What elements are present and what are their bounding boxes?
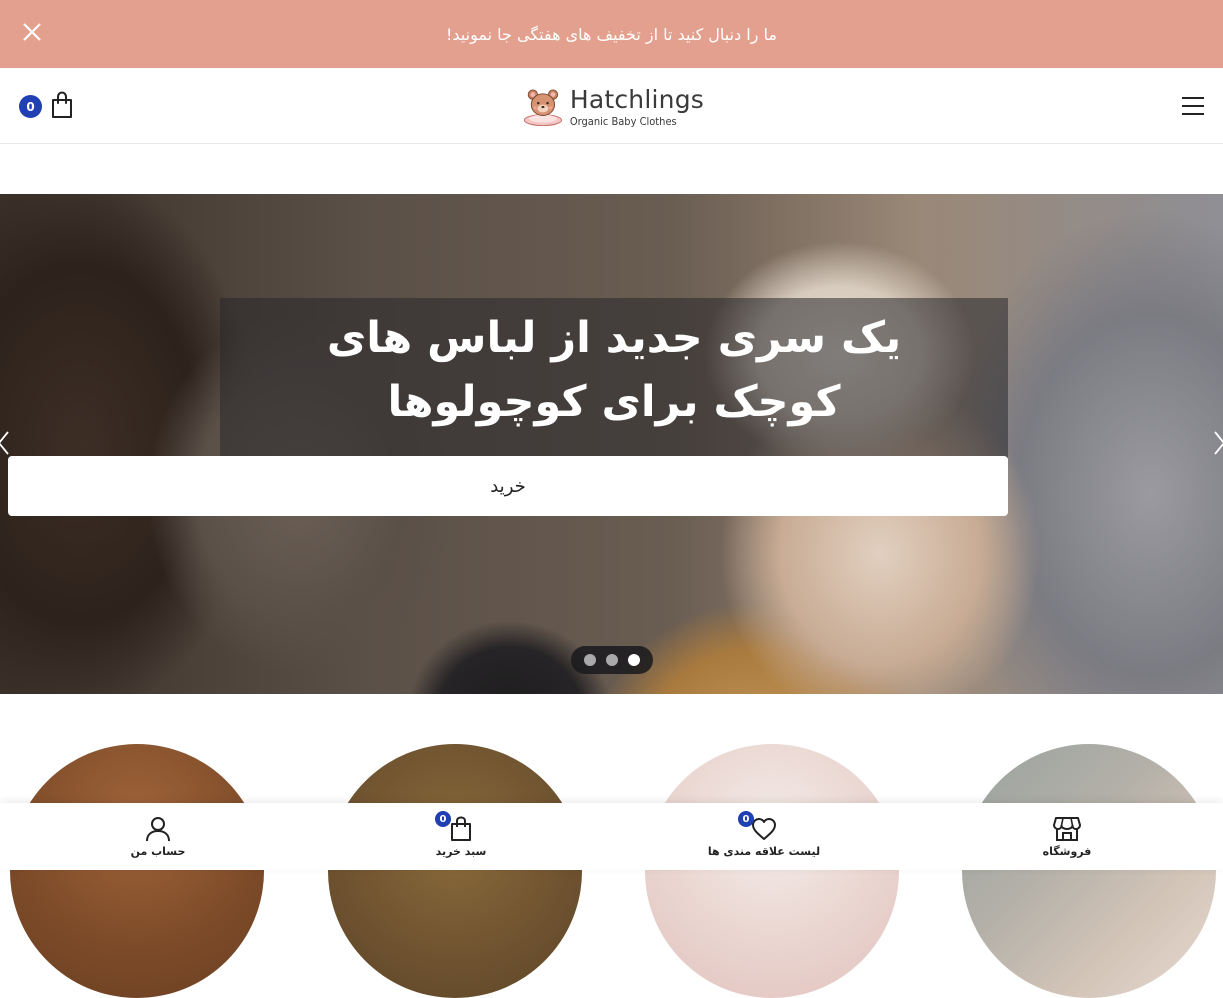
- nav-cart-count-badge: 0: [435, 811, 451, 827]
- site-logo[interactable]: Hatchlings Organic Baby Clothes: [522, 80, 704, 134]
- nav-shop[interactable]: فروشگاه: [967, 803, 1167, 870]
- heart-icon: [752, 818, 776, 840]
- logo-text: Hatchlings Organic Baby Clothes: [570, 87, 704, 127]
- nav-shop-label: فروشگاه: [1042, 845, 1092, 858]
- nav-cart-label: سبد خرید: [435, 845, 487, 858]
- promo-text: ما را دنبال کنید تا از تخفیف های هفتگی ج…: [445, 24, 777, 44]
- user-icon: [146, 817, 170, 842]
- chevron-left-icon[interactable]: [0, 430, 10, 456]
- category-image[interactable]: [645, 744, 899, 998]
- chevron-right-icon[interactable]: [1213, 430, 1223, 456]
- promo-bar: ما را دنبال کنید تا از تخفیف های هفتگی ج…: [0, 0, 1223, 68]
- logo-name: Hatchlings: [569, 85, 704, 114]
- nav-wishlist-label: لیست علاقه مندی ها: [707, 845, 821, 858]
- hero-title-line-1: یک سری جدید از لباس های: [326, 313, 902, 363]
- shopping-bag-icon: [451, 816, 471, 841]
- nav-wishlist-count-badge: 0: [738, 811, 754, 827]
- bottom-navigation: حساب من 0 سبد خرید 0 لیست علاقه مندی ها: [0, 803, 1223, 870]
- close-icon[interactable]: [20, 20, 44, 44]
- nav-my-account[interactable]: حساب من: [58, 803, 258, 870]
- hero-slider: یک سری جدید از لباس های کوچک برای کوچولو…: [0, 194, 1223, 694]
- slider-pagination: [571, 646, 653, 674]
- category-image[interactable]: [10, 744, 264, 998]
- logo-tagline: Organic Baby Clothes: [569, 115, 677, 128]
- nav-cart[interactable]: 0 سبد خرید: [361, 803, 561, 870]
- category-image[interactable]: [962, 744, 1216, 998]
- category-image[interactable]: [328, 744, 582, 998]
- header-cart-button[interactable]: 0: [18, 90, 78, 124]
- hero-title-line-2: کوچک برای کوچولوها: [387, 377, 841, 427]
- teddy-bear-logo-icon: [523, 89, 562, 127]
- slider-dot[interactable]: [584, 654, 596, 666]
- shop-button[interactable]: خرید: [8, 456, 1008, 516]
- shopping-bag-icon: [52, 91, 72, 118]
- nav-wishlist[interactable]: 0 لیست علاقه مندی ها: [664, 803, 864, 870]
- store-icon: [1053, 817, 1081, 841]
- slider-dot[interactable]: [606, 654, 618, 666]
- cart-count-badge: 0: [19, 95, 42, 118]
- nav-my-account-label: حساب من: [130, 845, 186, 858]
- hamburger-menu-icon[interactable]: [1181, 96, 1205, 116]
- slider-dot-active[interactable]: [628, 654, 640, 666]
- hero-title: یک سری جدید از لباس های کوچک برای کوچولو…: [220, 306, 1008, 434]
